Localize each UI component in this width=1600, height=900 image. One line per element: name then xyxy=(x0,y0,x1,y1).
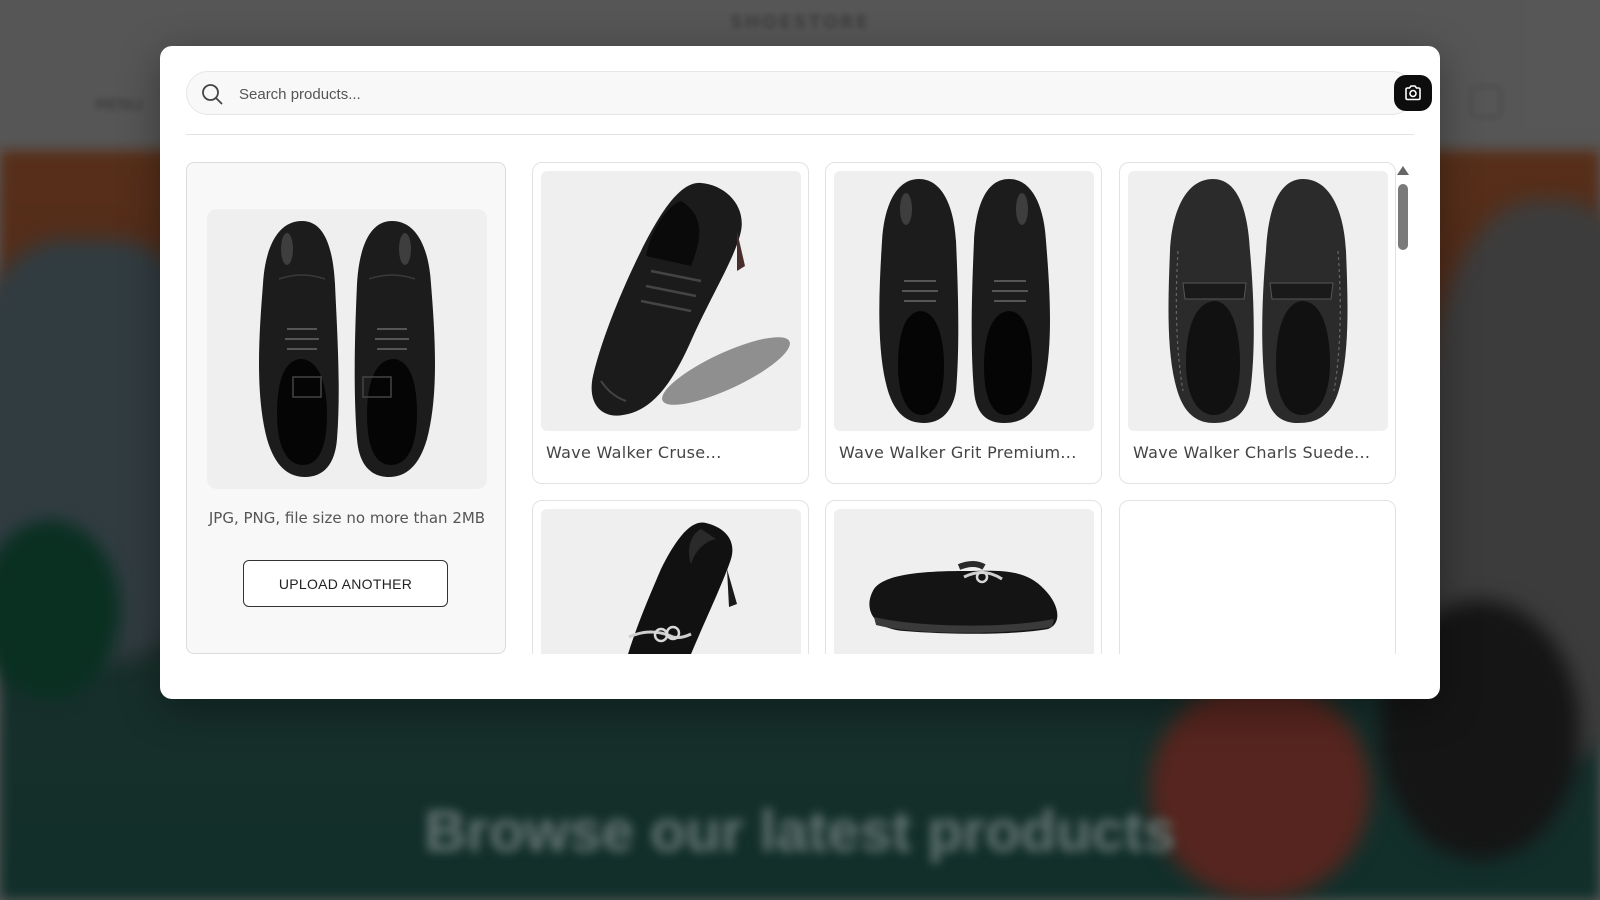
search-results-grid: Wave Walker Cruse... Wave Walker Grit Pr… xyxy=(532,162,1432,654)
product-image xyxy=(541,509,801,654)
product-title[interactable]: Wave Walker Charls Suede... xyxy=(1133,443,1388,462)
product-image xyxy=(834,171,1094,431)
search-icon xyxy=(201,83,223,105)
image-search-button[interactable] xyxy=(1394,75,1432,111)
upload-hint: JPG, PNG, file size no more than 2MB xyxy=(208,509,486,527)
search-input[interactable] xyxy=(237,78,1341,110)
product-title[interactable]: Wave Walker Cruse... xyxy=(546,443,801,462)
results-scrollbar[interactable] xyxy=(1396,166,1410,646)
visual-search-modal: JPG, PNG, file size no more than 2MB UPL… xyxy=(160,46,1440,699)
uploaded-shoes-image xyxy=(259,221,435,477)
product-card[interactable] xyxy=(825,500,1102,654)
upload-another-button[interactable]: UPLOAD ANOTHER xyxy=(243,560,448,607)
product-title[interactable]: Wave Walker Grit Premium... xyxy=(839,443,1094,462)
product-card[interactable]: Wave Walker Charls Suede... xyxy=(1119,162,1396,484)
uploaded-image-panel: JPG, PNG, file size no more than 2MB UPL… xyxy=(186,162,506,654)
product-image xyxy=(1128,171,1388,431)
product-card[interactable]: Wave Walker Grit Premium... xyxy=(825,162,1102,484)
scroll-thumb[interactable] xyxy=(1398,184,1408,250)
divider xyxy=(186,134,1414,135)
product-image xyxy=(834,509,1094,654)
product-card[interactable]: Wave Walker Cruse... xyxy=(532,162,809,484)
product-image xyxy=(541,171,801,431)
product-card[interactable] xyxy=(532,500,809,654)
product-card[interactable] xyxy=(1119,500,1396,654)
scroll-up-arrow-icon[interactable] xyxy=(1397,166,1409,175)
uploaded-image-preview xyxy=(207,209,487,489)
search-bar xyxy=(186,71,1432,115)
